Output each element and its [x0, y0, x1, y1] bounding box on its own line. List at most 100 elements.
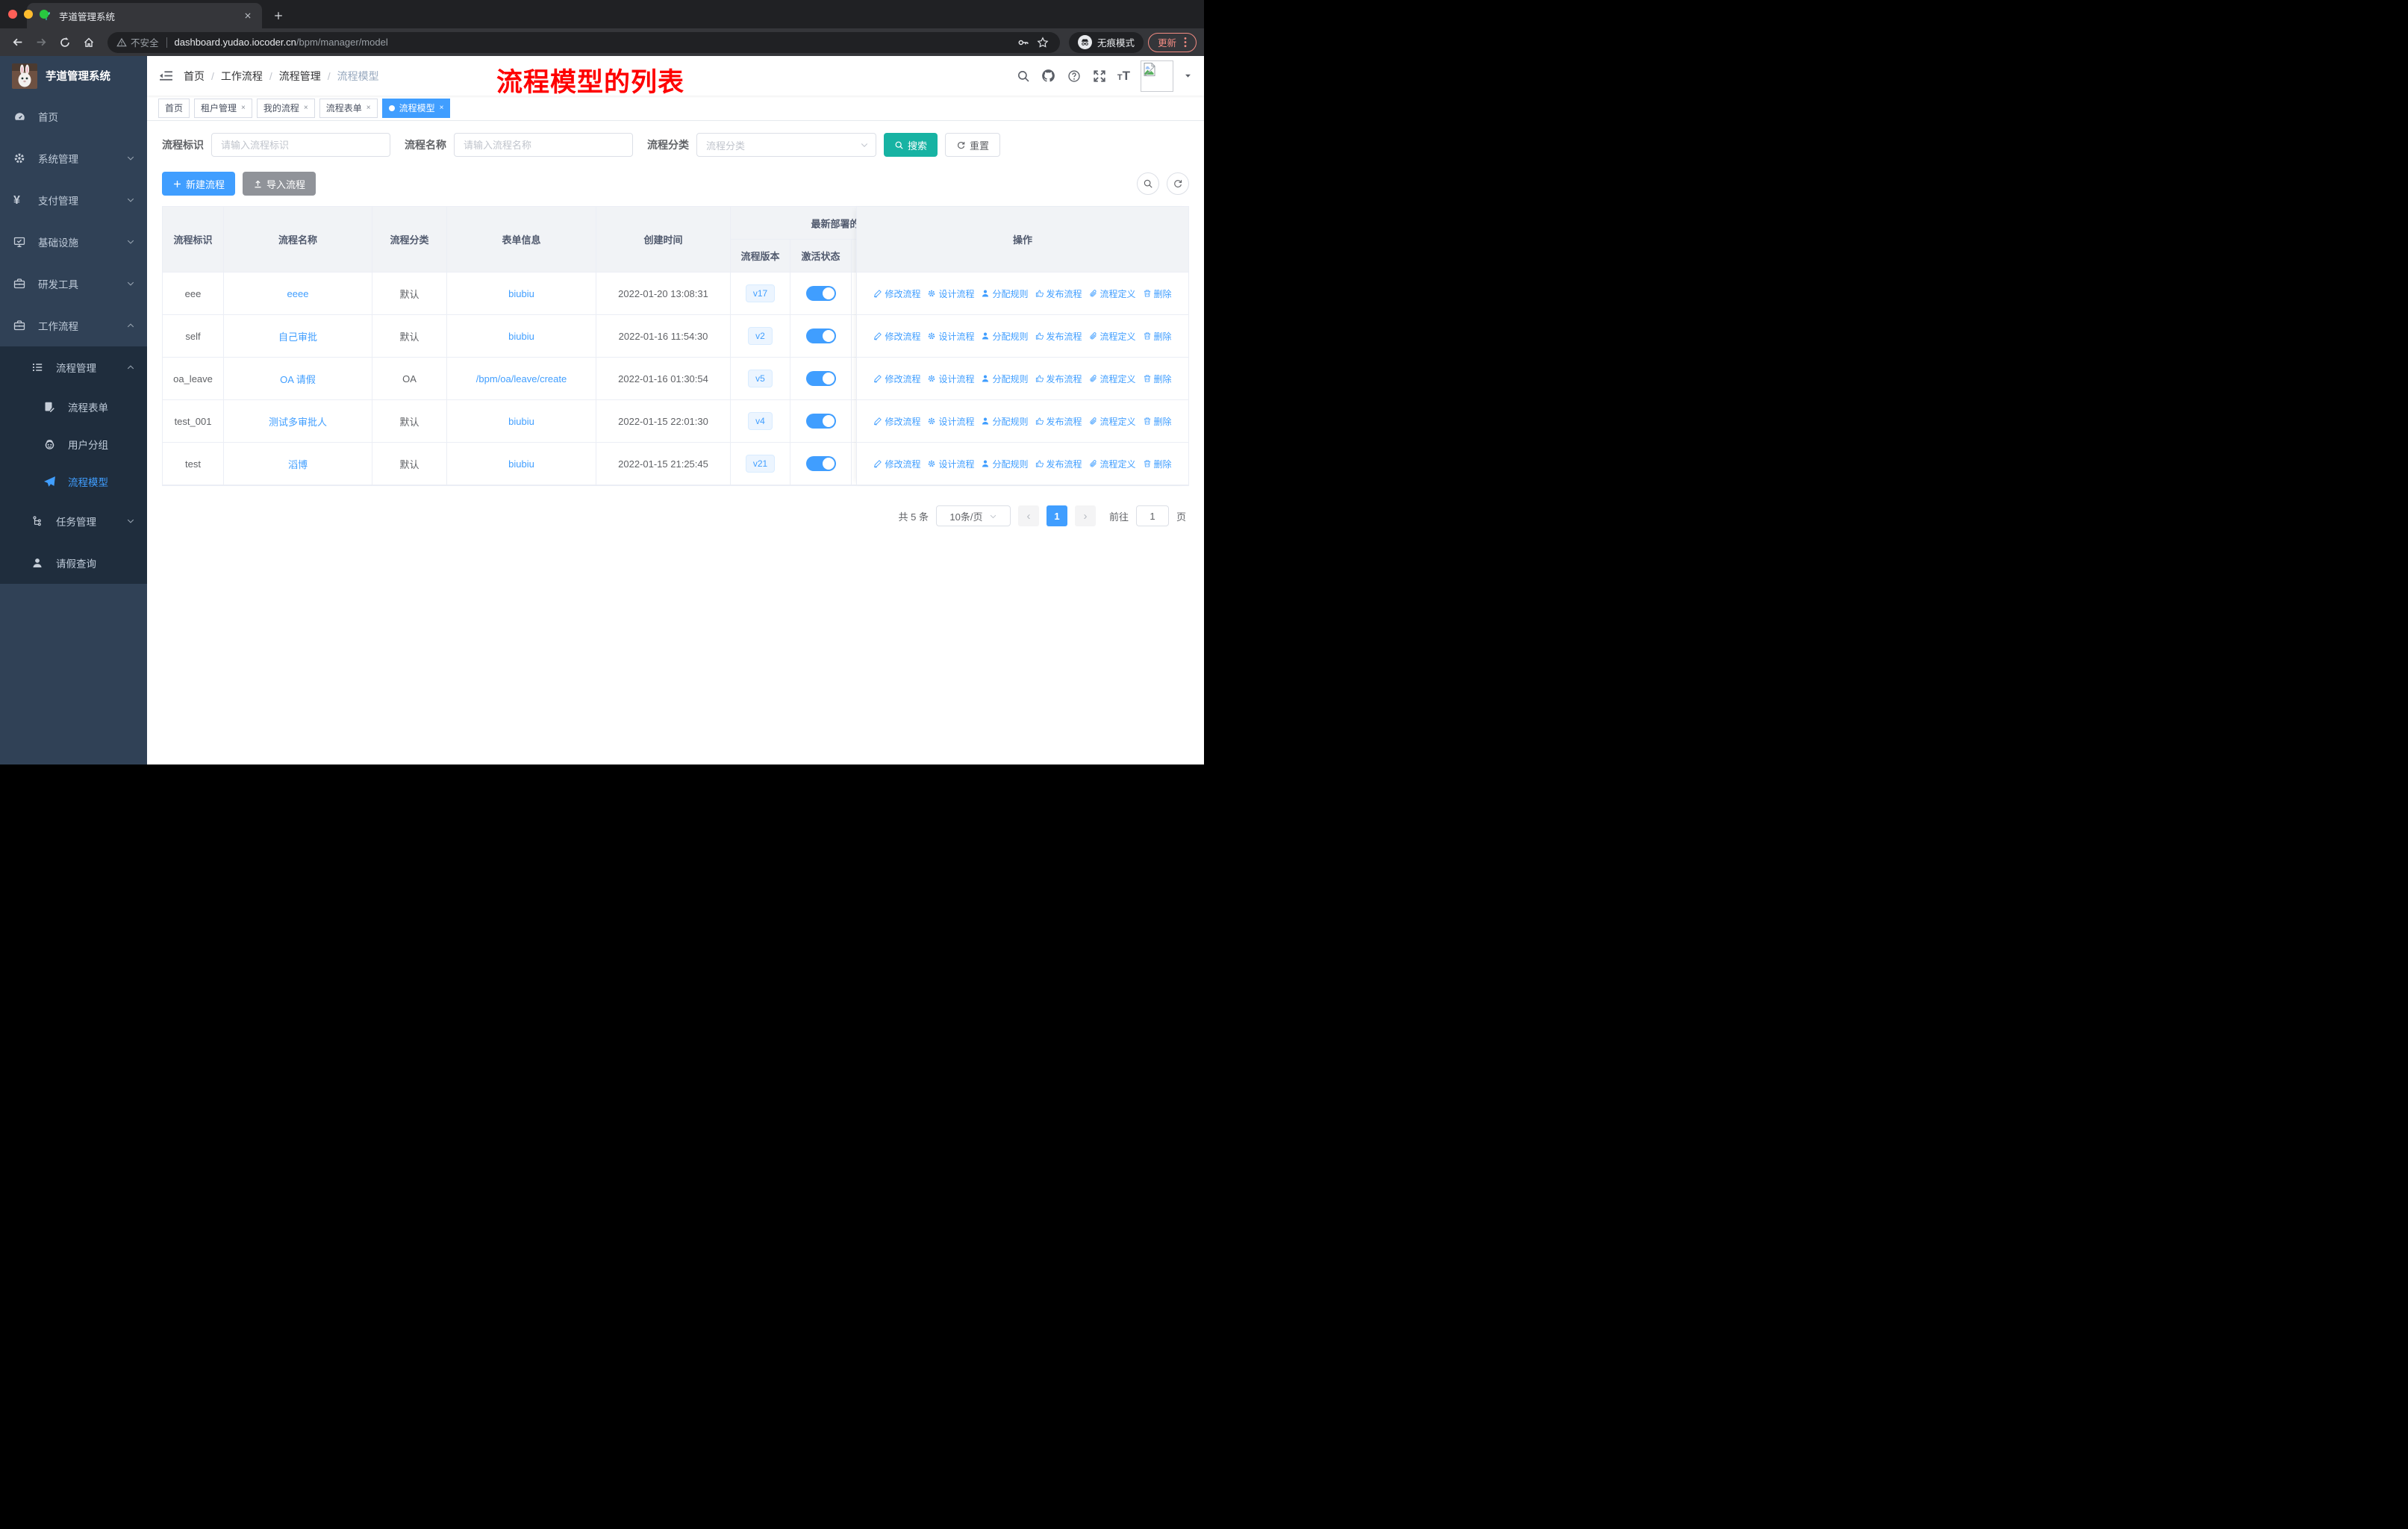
activation-toggle[interactable] [805, 286, 836, 301]
form-info-link[interactable]: biubiu [508, 288, 534, 299]
edit-process-link[interactable]: 修改流程 [873, 415, 920, 428]
font-size-icon[interactable]: TT [1117, 69, 1130, 84]
activation-toggle[interactable] [805, 414, 836, 429]
publish-process-link[interactable]: 发布流程 [1035, 415, 1082, 428]
assign-rule-link[interactable]: 分配规则 [981, 458, 1029, 470]
delete-link[interactable]: 删除 [1143, 330, 1172, 343]
delete-link[interactable]: 删除 [1143, 287, 1172, 300]
form-info-link[interactable]: biubiu [508, 458, 534, 470]
bookmark-star-icon[interactable] [1033, 33, 1052, 52]
tag-close-icon[interactable]: × [366, 104, 371, 112]
publish-process-link[interactable]: 发布流程 [1035, 287, 1082, 300]
version-badge[interactable]: v21 [745, 454, 776, 473]
help-icon[interactable] [1067, 69, 1082, 84]
minimize-window-button[interactable] [24, 10, 33, 19]
sidebar-item-dev-tools[interactable]: 研发工具 [0, 263, 147, 305]
browser-menu-icon[interactable] [1184, 37, 1187, 48]
process-definition-link[interactable]: 流程定义 [1089, 415, 1136, 428]
page-size-select[interactable]: 10条/页 [935, 505, 1011, 526]
form-info-link[interactable]: biubiu [508, 331, 534, 342]
edit-process-link[interactable]: 修改流程 [873, 458, 920, 470]
process-id-input[interactable] [211, 133, 390, 157]
edit-process-link[interactable]: 修改流程 [873, 287, 920, 300]
page-tag-首页[interactable]: 首页 [158, 98, 190, 118]
breadcrumb-process-management[interactable]: 流程管理 [279, 69, 321, 84]
assign-rule-link[interactable]: 分配规则 [981, 415, 1029, 428]
design-process-link[interactable]: 设计流程 [927, 330, 974, 343]
version-badge[interactable]: v4 [748, 411, 773, 431]
sidebar-item-process-model[interactable]: 流程模型 [0, 463, 147, 500]
edit-process-link[interactable]: 修改流程 [873, 373, 920, 385]
tag-close-icon[interactable]: × [241, 104, 246, 112]
assign-rule-link[interactable]: 分配规则 [981, 287, 1029, 300]
home-icon[interactable] [79, 33, 99, 52]
version-badge[interactable]: v5 [748, 369, 773, 388]
process-category-select[interactable]: 流程分类 [696, 133, 876, 157]
page-tag-流程模型[interactable]: 流程模型 × [381, 98, 451, 118]
fullscreen-icon[interactable] [1092, 69, 1107, 84]
edit-process-link[interactable]: 修改流程 [873, 330, 920, 343]
refresh-button[interactable] [1167, 172, 1189, 195]
form-info-link[interactable]: biubiu [508, 416, 534, 427]
publish-process-link[interactable]: 发布流程 [1035, 330, 1082, 343]
menu-fold-icon[interactable] [159, 69, 173, 82]
process-name-input[interactable] [454, 133, 633, 157]
security-warning[interactable]: 不安全 [116, 35, 159, 49]
design-process-link[interactable]: 设计流程 [927, 415, 974, 428]
page-tag-我的流程[interactable]: 我的流程 × [256, 98, 315, 118]
github-icon[interactable] [1041, 69, 1056, 84]
process-name-link[interactable]: 滔博 [288, 457, 308, 471]
close-window-button[interactable] [8, 10, 17, 19]
sidebar-item-infrastructure[interactable]: 基础设施 [0, 221, 147, 263]
activation-toggle[interactable] [805, 456, 836, 471]
sidebar-item-process-form[interactable]: 流程表单 [0, 388, 147, 426]
page-tag-租户管理[interactable]: 租户管理 × [194, 98, 252, 118]
create-process-button[interactable]: 新建流程 [162, 172, 236, 196]
design-process-link[interactable]: 设计流程 [927, 287, 974, 300]
process-definition-link[interactable]: 流程定义 [1089, 458, 1136, 470]
delete-link[interactable]: 删除 [1143, 373, 1172, 385]
avatar[interactable] [1141, 60, 1173, 92]
show-search-button[interactable] [1137, 172, 1159, 195]
sidebar-item-payment-management[interactable]: ¥ 支付管理 [0, 179, 147, 221]
back-icon[interactable] [7, 33, 27, 52]
activation-toggle[interactable] [805, 371, 836, 386]
breadcrumb-workflow[interactable]: 工作流程 [221, 69, 263, 84]
sidebar-item-leave-query[interactable]: 请假查询 [0, 542, 147, 584]
search-icon[interactable] [1016, 69, 1031, 84]
activation-toggle[interactable] [805, 328, 836, 343]
version-badge[interactable]: v17 [745, 284, 776, 303]
process-name-link[interactable]: 自己审批 [278, 329, 317, 343]
sidebar-item-home[interactable]: 首页 [0, 96, 147, 137]
reset-button[interactable]: 重置 [945, 133, 1001, 157]
url-bar[interactable]: 不安全 dashboard.yudao.iocoder.cn/bpm/manag… [107, 31, 1060, 53]
design-process-link[interactable]: 设计流程 [927, 458, 974, 470]
tag-close-icon[interactable]: × [304, 104, 308, 112]
page-tag-流程表单[interactable]: 流程表单 × [319, 98, 378, 118]
delete-link[interactable]: 删除 [1143, 415, 1172, 428]
prev-page-button[interactable]: ‹ [1017, 505, 1039, 526]
caret-down-icon[interactable] [1184, 72, 1192, 80]
sidebar-item-task-management[interactable]: 任务管理 [0, 500, 147, 542]
publish-process-link[interactable]: 发布流程 [1035, 373, 1082, 385]
assign-rule-link[interactable]: 分配规则 [981, 330, 1029, 343]
key-icon[interactable] [1014, 33, 1033, 52]
search-button[interactable]: 搜索 [884, 133, 938, 157]
reload-icon[interactable] [55, 33, 75, 52]
maximize-window-button[interactable] [40, 10, 49, 19]
sidebar-item-workflow[interactable]: 工作流程 [0, 305, 147, 346]
assign-rule-link[interactable]: 分配规则 [981, 373, 1029, 385]
process-definition-link[interactable]: 流程定义 [1089, 287, 1136, 300]
publish-process-link[interactable]: 发布流程 [1035, 458, 1082, 470]
delete-link[interactable]: 删除 [1143, 458, 1172, 470]
update-button[interactable]: 更新 [1147, 32, 1197, 52]
goto-page-input[interactable] [1135, 505, 1169, 526]
browser-tab[interactable]: 芋道管理系统 [27, 3, 262, 28]
tag-close-icon[interactable]: × [440, 104, 444, 112]
window-controls[interactable] [8, 10, 49, 19]
sidebar-item-process-management[interactable]: 流程管理 [0, 346, 147, 388]
breadcrumb-home[interactable]: 首页 [184, 69, 205, 84]
process-name-link[interactable]: OA 请假 [280, 372, 316, 386]
sidebar-item-system-management[interactable]: 系统管理 [0, 137, 147, 179]
new-tab-button[interactable] [268, 5, 289, 26]
